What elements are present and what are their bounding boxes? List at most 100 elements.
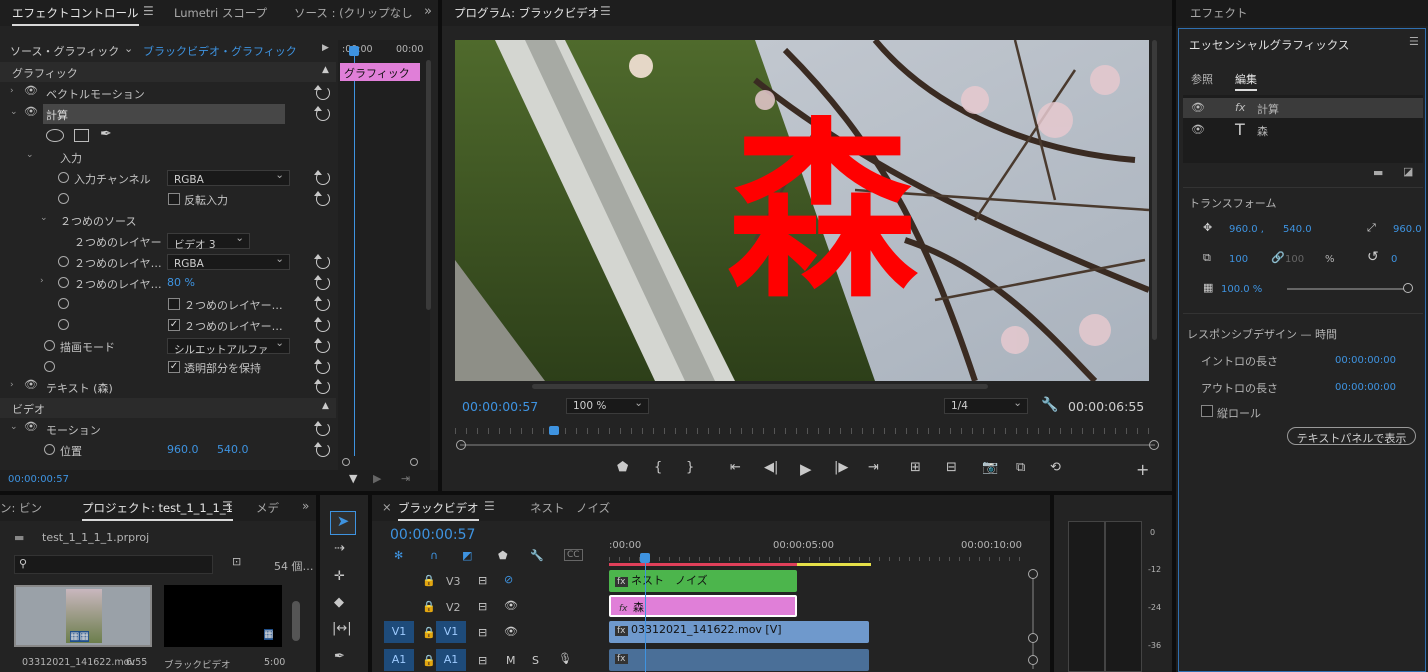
eg-pos-y[interactable]: 540.0 — [1283, 224, 1312, 235]
reset-icon[interactable] — [314, 106, 330, 121]
expand-down-icon[interactable]: ⌄ — [26, 150, 34, 160]
track-select-tool-icon[interactable]: ⇢ — [334, 541, 345, 556]
sync-icon[interactable]: ⊟ — [478, 600, 487, 613]
timeline-playhead-marker[interactable] — [640, 553, 650, 563]
ellipse-mask-icon[interactable] — [46, 129, 64, 142]
add-button-icon[interactable]: + — [1136, 460, 1149, 479]
layer-row[interactable]: 👁 T 森 — [1183, 120, 1423, 140]
roll-checkbox[interactable] — [1201, 405, 1213, 417]
scale-icon[interactable]: ⧉ — [1203, 251, 1211, 265]
preserve-alpha-checkbox[interactable]: ✓ — [168, 361, 180, 373]
add-marker-icon[interactable]: ⬟ — [617, 460, 628, 475]
section-video[interactable]: ビデオ ▲ — [0, 398, 336, 418]
reset-icon[interactable] — [314, 170, 330, 185]
menu-icon[interactable]: ☰ — [222, 499, 233, 513]
video-frame[interactable]: 森 — [455, 40, 1149, 381]
tab-bin[interactable]: ン: ビン — [0, 500, 42, 516]
menu-icon[interactable]: ☰ — [1409, 35, 1419, 48]
lock-icon[interactable]: 🔒 — [422, 654, 436, 667]
wrench-icon[interactable]: 🔧 — [1041, 397, 1058, 413]
reset-icon[interactable] — [314, 317, 330, 332]
motion-row[interactable]: ⌄ 👁 モーション — [0, 419, 336, 439]
stopwatch-icon[interactable] — [44, 361, 55, 372]
tab-timeline[interactable]: ブラックビデオ — [398, 500, 479, 521]
tab-project[interactable]: プロジェクト: test_1_1_1_1 — [82, 500, 233, 521]
reset-icon[interactable] — [314, 442, 330, 457]
menu-icon[interactable]: ☰ — [600, 4, 611, 18]
opacity-icon[interactable]: ▦ — [1203, 281, 1213, 294]
tab-effect-controls[interactable]: エフェクトコントロール — [12, 5, 139, 26]
tab-browse[interactable]: 参照 — [1191, 71, 1213, 87]
stopwatch-icon[interactable] — [58, 319, 69, 330]
reset-icon[interactable] — [314, 85, 330, 100]
ec-timecode[interactable]: 00:00:00:57 — [8, 474, 69, 485]
stopwatch-icon[interactable] — [58, 298, 69, 309]
close-icon[interactable]: × — [382, 500, 392, 514]
position-y-value[interactable]: 540.0 — [217, 443, 249, 456]
source-patch-v1[interactable]: V1 — [384, 621, 414, 643]
graphic-clip-bar[interactable]: グラフィック — [340, 63, 420, 81]
clip-text-mori[interactable]: fx 森 — [609, 595, 797, 617]
mini-scroll-right-handle[interactable] — [410, 458, 418, 466]
reset-icon[interactable] — [314, 275, 330, 290]
linked-select-icon[interactable]: ◩ — [462, 549, 472, 562]
new-layer-icon[interactable]: ◪ — [1403, 165, 1413, 178]
eg-rotation[interactable]: 0 — [1391, 254, 1397, 265]
rectangle-mask-icon[interactable] — [74, 129, 89, 142]
clip-video-v1[interactable]: fx 03312021_141622.mov [V] — [609, 621, 869, 643]
play-icon[interactable]: ▶ — [800, 460, 812, 478]
sync-icon[interactable]: ⊟ — [478, 654, 487, 667]
mic-icon[interactable]: 🎙 — [558, 652, 572, 665]
search-input[interactable]: ⚲ — [14, 555, 213, 574]
lock-icon[interactable]: 🔒 — [422, 600, 436, 613]
position-x-value[interactable]: 960.0 — [167, 443, 199, 456]
stopwatch-icon[interactable] — [58, 277, 69, 288]
layer-row[interactable]: 👁 fx 計算 — [1183, 98, 1423, 118]
loop-icon[interactable]: ⟲ — [1050, 460, 1061, 475]
vector-motion-row[interactable]: › 👁 ベクトルモーション — [0, 83, 336, 103]
second-source-row[interactable]: ⌄ ２つめのソース — [0, 210, 336, 230]
outro-value[interactable]: 00:00:00:00 — [1335, 382, 1396, 393]
extract-icon[interactable]: ⊟ — [946, 460, 957, 475]
overflow-icon[interactable]: » — [424, 4, 432, 19]
source-patch-a1[interactable]: A1 — [384, 649, 414, 671]
tab-nest-noise[interactable]: ネスト ノイズ — [530, 500, 610, 516]
tab-effects[interactable]: エフェクト — [1190, 5, 1248, 21]
tab-source[interactable]: ソース : (クリップなし — [294, 5, 413, 21]
eye-off-icon[interactable]: ⊘ — [504, 573, 513, 586]
mark-in-icon[interactable]: { — [654, 460, 662, 475]
eye-icon[interactable]: 👁 — [1191, 123, 1205, 136]
section-graphic[interactable]: グラフィック ▲ — [0, 62, 336, 82]
second-layer-checkbox-1[interactable] — [168, 298, 180, 310]
scrubber-start-handle[interactable] — [456, 440, 466, 450]
black-video-thumb[interactable]: ▦ — [164, 585, 282, 647]
insert-nest-icon[interactable]: ✻ — [394, 549, 403, 562]
go-to-in-icon[interactable]: ⇤ — [730, 460, 741, 475]
program-timecode[interactable]: 00:00:00:57 — [462, 399, 538, 414]
track-target-v1[interactable]: V1 — [436, 621, 466, 643]
reset-icon[interactable] — [314, 359, 330, 374]
slip-tool-icon[interactable]: |↔| — [332, 621, 352, 636]
expand-right-icon[interactable]: › — [10, 86, 14, 96]
razor-tool-icon[interactable]: ◆ — [334, 595, 344, 610]
lift-icon[interactable]: ⊞ — [910, 460, 921, 475]
tab-lumetri-scopes[interactable]: Lumetri スコープ — [174, 5, 267, 21]
invert-input-checkbox[interactable] — [168, 193, 180, 205]
go-to-out-icon[interactable]: ⇥ — [868, 460, 879, 475]
solo-icon[interactable]: S — [532, 654, 539, 667]
clip-label[interactable]: ブラックビデオ・グラフィック — [143, 43, 297, 59]
clip-audio-a1[interactable]: fx — [609, 649, 869, 671]
reset-icon[interactable] — [314, 379, 330, 394]
reset-icon[interactable] — [314, 338, 330, 353]
snap-icon[interactable]: ∩ — [430, 549, 438, 562]
position-icon[interactable]: ✥ — [1203, 221, 1212, 234]
folder-icon[interactable]: ▬ — [1373, 166, 1383, 179]
export-icon[interactable]: ⇥ — [401, 472, 410, 485]
reset-icon[interactable] — [314, 296, 330, 311]
mute-icon[interactable]: M — [506, 654, 516, 667]
eye-icon[interactable]: 👁 — [504, 599, 518, 612]
mark-out-icon[interactable]: } — [686, 460, 694, 475]
rotation-icon[interactable]: ↺ — [1367, 249, 1379, 265]
eye-icon[interactable]: 👁 — [24, 105, 38, 118]
zoom-select[interactable]: 100 % — [566, 397, 649, 414]
